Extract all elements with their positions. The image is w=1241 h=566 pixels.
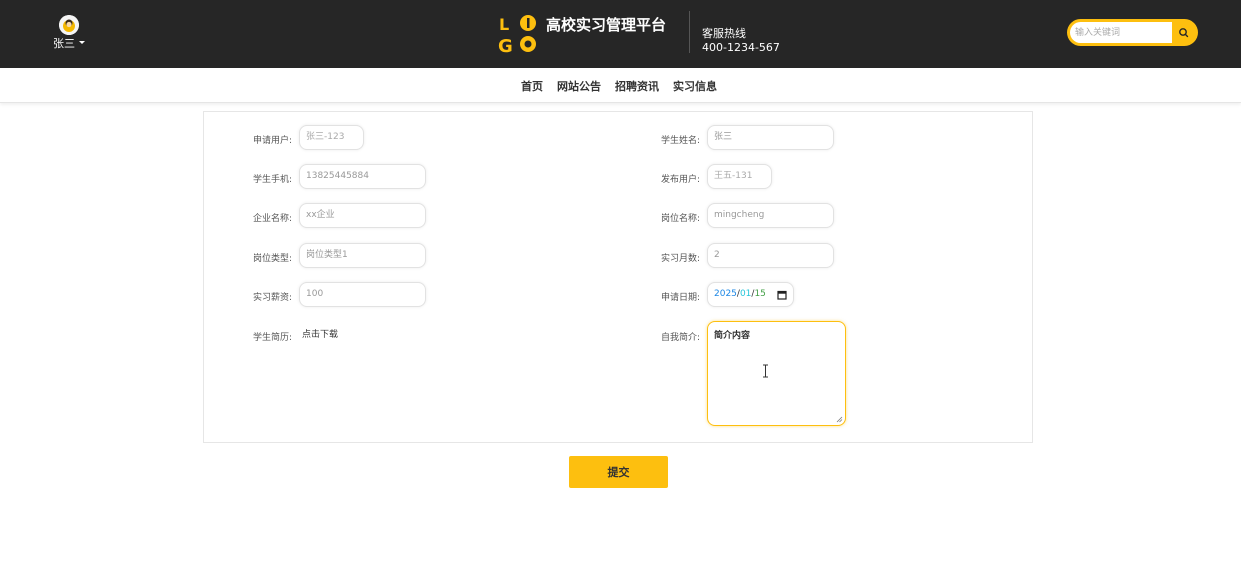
intro-label: 自我简介: xyxy=(661,333,701,343)
text-cursor-icon xyxy=(763,364,768,378)
student-name-label: 学生姓名: xyxy=(661,136,701,146)
search-box xyxy=(1067,19,1198,46)
site-title: 高校实习管理平台 xyxy=(546,16,667,34)
resize-grip-icon[interactable] xyxy=(836,416,843,423)
resume-label: 学生简历: xyxy=(253,333,293,343)
svg-text:L: L xyxy=(499,15,509,34)
chevron-down-icon xyxy=(79,41,85,44)
intro-textarea[interactable]: 简介内容 xyxy=(707,321,846,426)
nav-item-home[interactable]: 首页 xyxy=(521,78,543,94)
header-divider xyxy=(689,11,690,53)
publish-user-label: 发布用户: xyxy=(661,175,701,185)
user-avatar-icon xyxy=(59,15,79,35)
calendar-icon[interactable] xyxy=(777,290,787,300)
user-menu[interactable]: 张三 xyxy=(50,14,90,54)
position-type-label: 岗位类型: xyxy=(253,254,293,264)
salary-label: 实习薪资: xyxy=(253,293,293,303)
top-header: 张三 L G 高校实习管理平台 客服热线 400-1234-567 xyxy=(0,0,1241,68)
apply-user-field[interactable]: 张三-123 xyxy=(299,125,364,150)
hotline-label: 客服热线 xyxy=(702,27,746,40)
submit-button[interactable]: 提交 xyxy=(569,456,668,488)
nav-item-recruitment[interactable]: 招聘资讯 xyxy=(615,78,659,94)
search-input[interactable] xyxy=(1070,22,1172,43)
hotline-number: 400-1234-567 xyxy=(702,41,780,54)
logo-icon: L G xyxy=(498,15,536,54)
application-form-panel xyxy=(203,111,1033,443)
student-phone-field[interactable]: 13825445884 xyxy=(299,164,426,189)
company-name-field[interactable]: xx企业 xyxy=(299,203,426,228)
salary-field[interactable]: 100 xyxy=(299,282,426,307)
student-name-field[interactable]: 张三 xyxy=(707,125,834,150)
student-phone-label: 学生手机: xyxy=(253,175,293,185)
company-name-label: 企业名称: xyxy=(253,214,293,224)
avatar xyxy=(59,15,79,35)
apply-date-label: 申请日期: xyxy=(661,293,701,303)
resume-download-link[interactable]: 点击下载 xyxy=(302,327,338,340)
apply-date-field[interactable]: 2025/01/15 xyxy=(707,282,794,307)
date-month: 01 xyxy=(739,289,752,299)
apply-user-label: 申请用户: xyxy=(253,136,293,146)
main-nav: 首页 网站公告 招聘资讯 实习信息 xyxy=(0,68,1241,103)
date-day: 15 xyxy=(754,289,766,299)
position-type-field[interactable]: 岗位类型1 xyxy=(299,243,426,268)
internship-months-field[interactable]: 2 xyxy=(707,243,834,268)
nav-item-announcements[interactable]: 网站公告 xyxy=(557,78,601,94)
intro-text: 简介内容 xyxy=(714,331,751,341)
position-name-label: 岗位名称: xyxy=(661,214,701,224)
search-button[interactable] xyxy=(1173,22,1195,43)
search-icon xyxy=(1179,28,1189,38)
user-name: 张三 xyxy=(53,37,75,50)
nav-item-internships[interactable]: 实习信息 xyxy=(673,78,717,94)
position-name-field[interactable]: mingcheng xyxy=(707,203,834,228)
svg-text:G: G xyxy=(498,36,513,54)
publish-user-field[interactable]: 王五-131 xyxy=(707,164,772,189)
date-year: 2025 xyxy=(714,289,737,299)
internship-months-label: 实习月数: xyxy=(661,254,701,264)
